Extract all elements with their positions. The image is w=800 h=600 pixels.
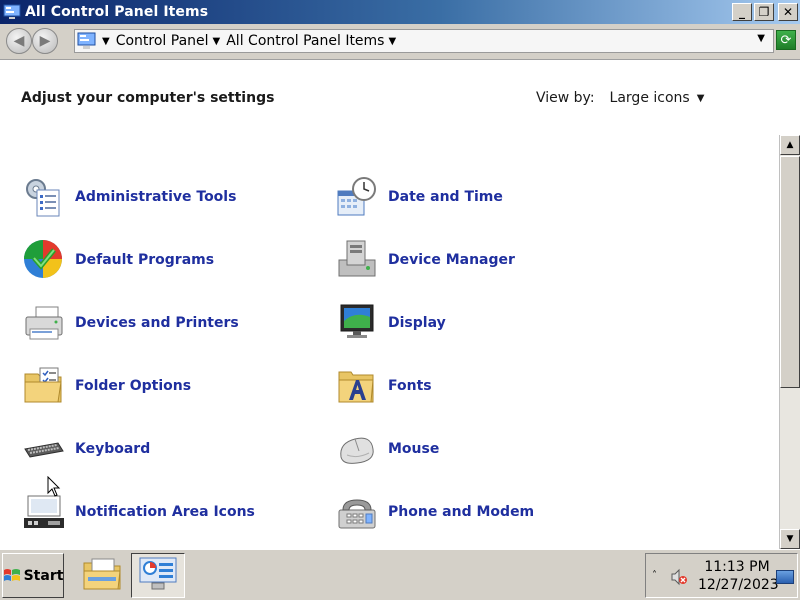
cp-item-date-and-time[interactable]: Date and Time (335, 173, 503, 221)
breadcrumb-control-panel[interactable]: Control Panel (116, 33, 209, 49)
restore-button[interactable]: ❐ (754, 3, 774, 21)
navigation-bar: ◀ ▶ ▼ Control Panel ▼ All Control Panel … (0, 24, 800, 60)
mouse-icon (335, 427, 379, 471)
phone-and-modem-icon (335, 490, 379, 534)
default-programs-icon (22, 238, 66, 282)
view-by-control[interactable]: View by: Large icons ▼ (536, 90, 704, 106)
windows-logo-icon (3, 568, 21, 584)
breadcrumb-separator[interactable]: ▼ (388, 36, 396, 47)
folder-options-icon (22, 364, 66, 408)
breadcrumb-separator[interactable]: ▼ (102, 36, 110, 47)
display-icon (335, 301, 379, 345)
cp-item-device-manager[interactable]: Device Manager (335, 236, 515, 284)
cp-item-keyboard[interactable]: Keyboard (22, 425, 150, 473)
administrative-tools-icon (22, 175, 66, 219)
page-heading: Adjust your computer's settings (21, 90, 275, 106)
scroll-up-button[interactable]: ▲ (780, 135, 800, 155)
show-hidden-icons-button[interactable]: ˄ (652, 570, 657, 581)
chevron-down-icon[interactable]: ▼ (697, 93, 705, 104)
view-by-label: View by: (536, 90, 595, 106)
scroll-thumb[interactable] (780, 156, 800, 388)
address-dropdown-button[interactable]: ▼ (757, 33, 765, 44)
cp-item-label[interactable]: Mouse (388, 441, 439, 457)
cp-item-fonts[interactable]: Fonts (335, 362, 432, 410)
cp-item-administrative-tools[interactable]: Administrative Tools (22, 173, 236, 221)
mouse-cursor-icon (47, 475, 61, 498)
system-tray: ˄ 11:13 PM 12/27/2023 (645, 553, 798, 598)
clock-date: 12/27/2023 (698, 577, 779, 593)
keyboard-icon (22, 427, 66, 471)
address-bar[interactable]: ▼ Control Panel ▼ All Control Panel Item… (74, 29, 774, 53)
cp-item-label[interactable]: Phone and Modem (388, 504, 534, 520)
device-manager-icon (335, 238, 379, 282)
cp-item-label[interactable]: Device Manager (388, 252, 515, 268)
cp-item-label[interactable]: Notification Area Icons (75, 504, 255, 520)
cp-item-folder-options[interactable]: Folder Options (22, 362, 191, 410)
clock-time: 11:13 PM (704, 559, 770, 575)
cp-item-phone-and-modem[interactable]: Phone and Modem (335, 488, 534, 536)
start-label[interactable]: Start (24, 568, 64, 584)
title-bar[interactable]: All Control Panel Items _ ❐ ✕ (0, 0, 800, 24)
devices-and-printers-icon (22, 301, 66, 345)
minimize-button[interactable]: _ (732, 3, 752, 21)
clock[interactable]: 11:13 PM 12/27/2023 (698, 558, 779, 594)
control-panel-icon (3, 3, 21, 21)
breadcrumb-separator[interactable]: ▼ (213, 36, 221, 47)
fonts-icon (335, 364, 379, 408)
refresh-button[interactable]: ⟳ (776, 30, 796, 50)
taskbar: Start ˄ 11:13 PM 12/27/2023 (0, 549, 800, 600)
control-panel-icon (76, 31, 98, 51)
volume-muted-icon[interactable] (670, 568, 688, 586)
taskbar-control-panel-button[interactable] (131, 553, 185, 598)
date-and-time-icon (335, 175, 379, 219)
view-by-value[interactable]: Large icons (610, 90, 690, 106)
taskbar-explorer-button[interactable] (75, 553, 129, 598)
forward-button[interactable]: ▶ (32, 28, 58, 54)
cp-item-label[interactable]: Default Programs (75, 252, 214, 268)
cp-item-label[interactable]: Administrative Tools (75, 189, 236, 205)
cp-item-label[interactable]: Folder Options (75, 378, 191, 394)
cp-item-mouse[interactable]: Mouse (335, 425, 439, 473)
cp-item-display[interactable]: Display (335, 299, 446, 347)
cp-item-label[interactable]: Display (388, 315, 446, 331)
cp-item-label[interactable]: Date and Time (388, 189, 503, 205)
close-button[interactable]: ✕ (778, 3, 798, 21)
cp-item-label[interactable]: Devices and Printers (75, 315, 239, 331)
window-title: All Control Panel Items (25, 4, 209, 20)
file-explorer-icon (80, 555, 124, 597)
vertical-scrollbar[interactable]: ▲ ▼ (779, 135, 800, 549)
show-desktop-button[interactable] (776, 570, 794, 584)
cp-item-default-programs[interactable]: Default Programs (22, 236, 214, 284)
back-button[interactable]: ◀ (6, 28, 32, 54)
breadcrumb-all-items[interactable]: All Control Panel Items (226, 33, 384, 49)
start-button[interactable]: Start (2, 553, 64, 598)
cp-item-devices-and-printers[interactable]: Devices and Printers (22, 299, 239, 347)
scroll-down-button[interactable]: ▼ (780, 529, 800, 549)
cp-item-label[interactable]: Keyboard (75, 441, 150, 457)
control-panel-icon (136, 555, 180, 597)
cp-item-label[interactable]: Fonts (388, 378, 432, 394)
